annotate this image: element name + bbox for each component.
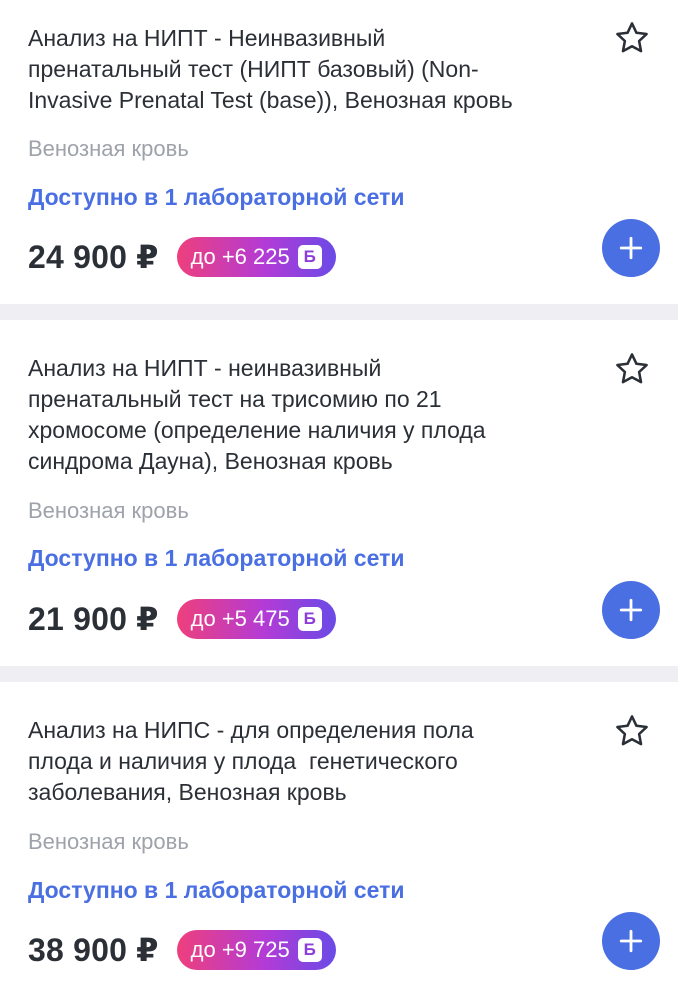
- test-title[interactable]: Анализ на НИПС - для определения пола пл…: [28, 715, 568, 808]
- price: 24 900 ₽: [28, 239, 159, 275]
- bonus-amount: до +6 225: [190, 244, 290, 269]
- bonus-amount: до +5 475: [190, 606, 290, 631]
- star-outline-icon: [616, 353, 648, 384]
- star-outline-icon: [616, 715, 648, 746]
- plus-icon: [619, 929, 643, 953]
- favorite-button[interactable]: [612, 349, 652, 389]
- bonus-badge: до +9 725 Б: [176, 930, 336, 970]
- test-title[interactable]: Анализ на НИПТ - Неинвазивный пренатальн…: [28, 23, 568, 116]
- add-to-cart-button[interactable]: [602, 912, 660, 970]
- price-row: 21 900 ₽ до +5 475 Б: [28, 597, 336, 641]
- favorite-button[interactable]: [612, 711, 652, 751]
- price: 21 900 ₽: [28, 601, 159, 637]
- star-outline-icon: [616, 22, 648, 53]
- test-card[interactable]: Анализ на НИПС - для определения пола пл…: [0, 682, 678, 1000]
- test-card[interactable]: Анализ на НИПТ - неинвазивный пренатальн…: [0, 320, 678, 666]
- availability-link[interactable]: Доступно в 1 лабораторной сети: [28, 875, 404, 905]
- bonus-badge: до +6 225 Б: [176, 237, 336, 277]
- availability-link[interactable]: Доступно в 1 лабораторной сети: [28, 543, 404, 573]
- favorite-button[interactable]: [612, 18, 652, 58]
- price-row: 24 900 ₽ до +6 225 Б: [28, 235, 336, 279]
- test-card[interactable]: Анализ на НИПТ - Неинвазивный пренатальн…: [0, 0, 678, 304]
- plus-icon: [619, 598, 643, 622]
- bonus-badge: до +5 475 Б: [176, 599, 336, 639]
- bonus-points-icon: Б: [297, 245, 322, 269]
- plus-icon: [619, 236, 643, 260]
- bonus-points-icon: Б: [297, 938, 322, 962]
- sample-type: Венозная кровь: [28, 136, 189, 161]
- sample-type: Венозная кровь: [28, 829, 189, 854]
- sample-type: Венозная кровь: [28, 498, 189, 523]
- add-to-cart-button[interactable]: [602, 581, 660, 639]
- price: 38 900 ₽: [28, 932, 159, 968]
- bonus-amount: до +9 725: [190, 937, 290, 962]
- bonus-points-icon: Б: [297, 607, 322, 631]
- test-title[interactable]: Анализ на НИПТ - неинвазивный пренатальн…: [28, 353, 568, 477]
- price-row: 38 900 ₽ до +9 725 Б: [28, 928, 336, 972]
- test-list: Анализ на НИПТ - Неинвазивный пренатальн…: [0, 0, 678, 1000]
- add-to-cart-button[interactable]: [602, 219, 660, 277]
- availability-link[interactable]: Доступно в 1 лабораторной сети: [28, 182, 404, 212]
